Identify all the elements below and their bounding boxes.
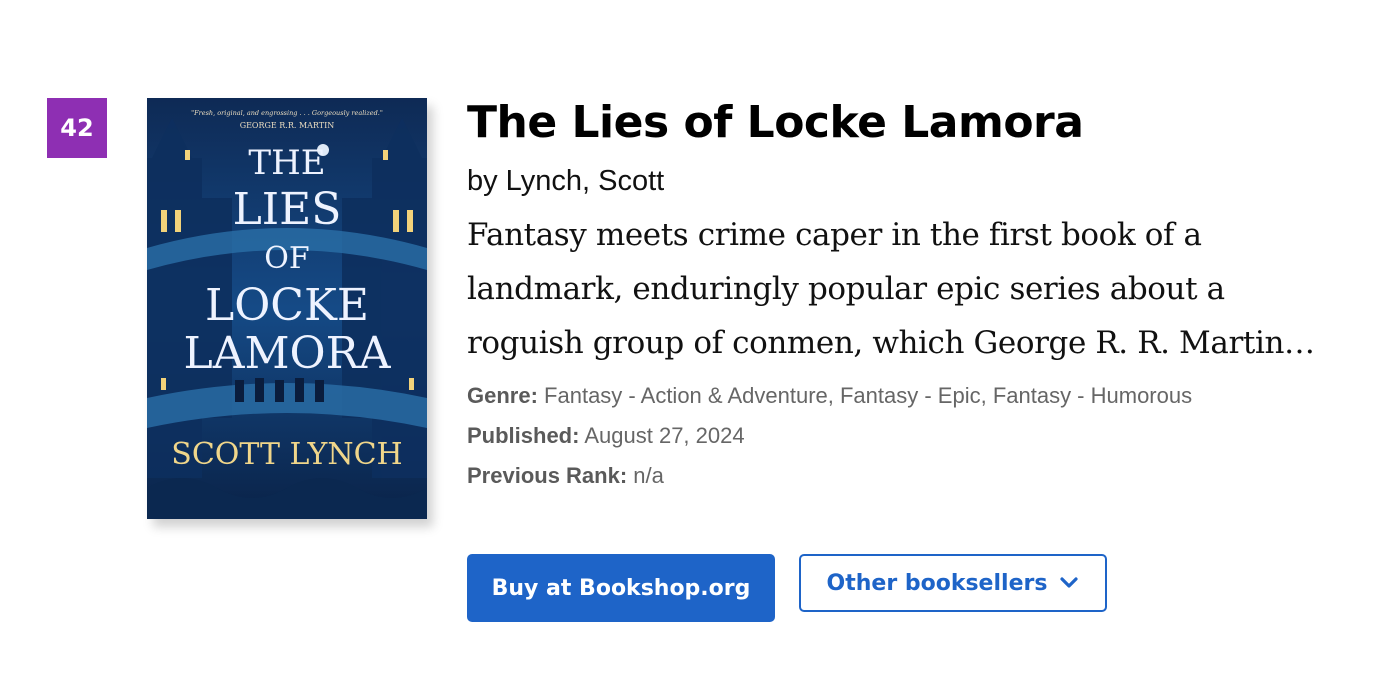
published-value: August 27, 2024 xyxy=(584,423,745,448)
buy-at-bookshop-button[interactable]: Buy at Bookshop.org xyxy=(467,554,775,622)
genre-value: Fantasy - Action & Adventure, Fantasy - … xyxy=(544,383,1193,408)
cover-title-line-3: OF xyxy=(264,241,309,276)
book-info: The Lies of Locke Lamora by Lynch, Scott… xyxy=(467,94,1367,496)
book-cover-image[interactable]: "Fresh, original, and engrossing . . . G… xyxy=(147,98,427,519)
book-title[interactable]: The Lies of Locke Lamora xyxy=(467,94,1367,152)
book-meta: Genre: Fantasy - Action & Adventure, Fan… xyxy=(467,376,1367,496)
cover-title-line-1: THE xyxy=(248,143,325,183)
published-label: Published: xyxy=(467,423,580,448)
book-author: by Lynch, Scott xyxy=(467,165,665,197)
other-booksellers-label: Other booksellers xyxy=(826,570,1048,596)
previous-rank-value: n/a xyxy=(633,463,664,488)
previous-rank-label: Previous Rank: xyxy=(467,463,628,488)
genre-label: Genre: xyxy=(467,383,538,408)
rank-badge: 42 xyxy=(47,98,107,158)
book-description: Fantasy meets crime caper in the first b… xyxy=(467,217,1315,361)
cover-blurb-author: GEORGE R.R. MARTIN xyxy=(240,121,335,130)
previous-rank-row: Previous Rank: n/a xyxy=(467,456,1367,496)
cover-title-line-4: LOCKE xyxy=(205,280,369,331)
genre-row: Genre: Fantasy - Action & Adventure, Fan… xyxy=(467,376,1367,416)
cover-author: SCOTT LYNCH xyxy=(171,437,402,472)
cover-title-line-5: LAMORA xyxy=(183,328,391,379)
action-buttons: Buy at Bookshop.org Other booksellers xyxy=(467,554,1107,622)
other-booksellers-button[interactable]: Other booksellers xyxy=(799,554,1107,612)
cover-title-line-2: LIES xyxy=(233,184,342,235)
published-row: Published: August 27, 2024 xyxy=(467,416,1367,456)
cover-blurb: "Fresh, original, and engrossing . . . G… xyxy=(191,109,383,117)
chevron-down-icon xyxy=(1059,573,1079,593)
